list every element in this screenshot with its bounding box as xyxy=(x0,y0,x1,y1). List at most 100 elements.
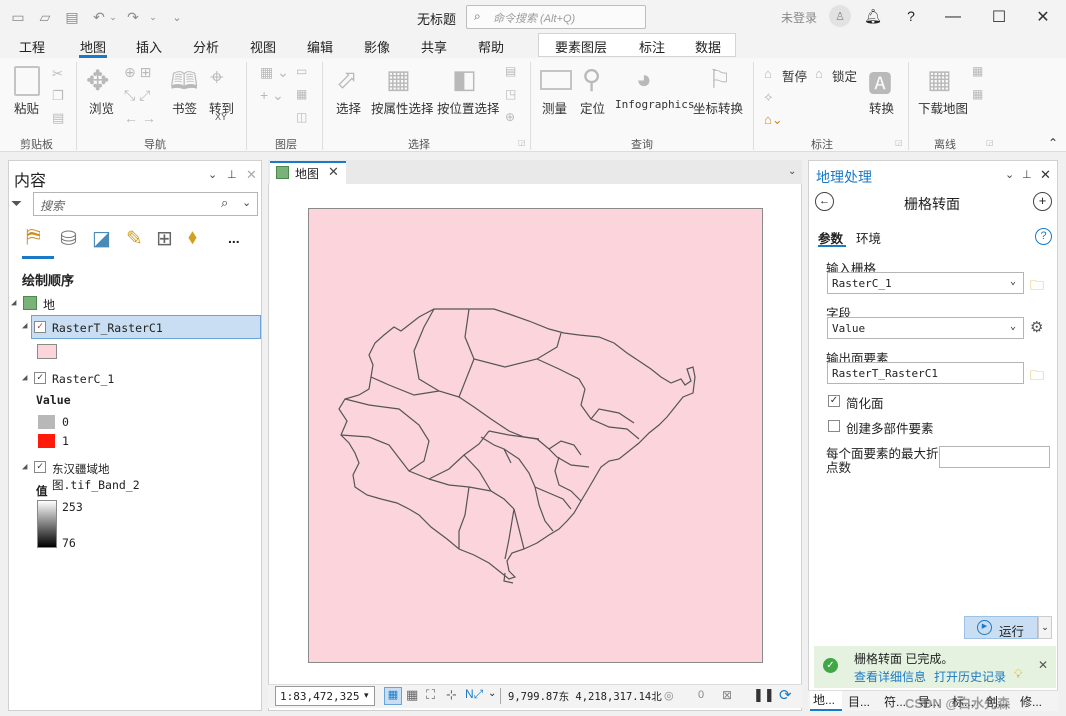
dialog-launcher-icon[interactable]: ◲ xyxy=(986,138,994,147)
snapping-icon[interactable]: ⊠ xyxy=(722,688,732,702)
tab-catalog[interactable]: 目... xyxy=(848,693,870,710)
infographics-button[interactable]: Infographics xyxy=(615,98,694,111)
previous-next-extent-icon[interactable]: ← → xyxy=(124,110,156,126)
expand-icon[interactable]: ◢ xyxy=(22,373,27,383)
snapping-view-icon[interactable]: ⊞ xyxy=(156,226,173,251)
tab-help[interactable]: 帮助 xyxy=(478,37,504,56)
output-features-input[interactable]: RasterT_RasterC1 xyxy=(827,362,1024,384)
browse-folder-icon[interactable]: 🗀︎ xyxy=(1030,275,1044,299)
dialog-launcher-icon[interactable]: ◲ xyxy=(518,138,526,147)
bookmarks-button[interactable]: 书签 xyxy=(172,98,197,117)
copy-icon[interactable]: ❐ xyxy=(52,88,64,104)
command-search-input[interactable]: ⌕ 命令搜索 (Alt+Q) xyxy=(466,5,646,29)
redo-icon[interactable]: ↷ xyxy=(124,8,142,26)
zoom-to-selection-icon[interactable]: ⊕ xyxy=(505,110,515,124)
clear-selection-icon[interactable]: ◳ xyxy=(505,87,516,101)
notification-bell-icon[interactable]: 🔔︎ xyxy=(864,7,882,25)
close-tab-icon[interactable]: ✕ xyxy=(328,164,339,180)
add-preset-icon[interactable]: ▭ xyxy=(296,64,307,78)
lock-labels-button[interactable]: 锁定 xyxy=(832,66,857,85)
tab-feature-layer[interactable]: 要素图层 xyxy=(555,37,607,56)
remove-offline-icon[interactable]: ▦ xyxy=(972,87,983,101)
layer-visibility-checkbox[interactable]: ✓ xyxy=(34,321,46,333)
label-options-icon[interactable]: ⌂⌄ xyxy=(764,112,783,128)
measure-button[interactable]: 测量 xyxy=(542,98,567,117)
pause-labels-button[interactable]: 暂停 xyxy=(782,66,807,85)
view-unplaced-icon[interactable]: ⟡ xyxy=(764,89,773,105)
view-details-link[interactable]: 查看详细信息 xyxy=(854,668,926,685)
map-grid-icon[interactable]: ▦ xyxy=(384,687,402,705)
select-by-location-button[interactable]: 按位置选择 xyxy=(437,98,500,117)
tab-labeling[interactable]: 标注 xyxy=(639,37,665,56)
selection-view-icon[interactable]: ◪ xyxy=(92,226,111,251)
tab-imagery[interactable]: 影像 xyxy=(364,37,390,56)
sign-in-link[interactable]: 未登录 xyxy=(781,9,817,26)
map-view-icon[interactable]: ⛶ xyxy=(426,687,435,703)
tab-share[interactable]: 共享 xyxy=(421,37,447,56)
select-button[interactable]: 选择 xyxy=(336,98,361,117)
cut-icon[interactable]: ✂ xyxy=(52,66,63,82)
map-canvas[interactable] xyxy=(308,208,763,663)
locate-button[interactable]: 定位 xyxy=(580,98,605,117)
tab-list-icon[interactable]: ⌄ xyxy=(788,166,796,177)
input-raster-dropdown[interactable]: RasterC_1 ⌄ xyxy=(827,272,1024,294)
add-xy-icon[interactable]: ▦ xyxy=(296,87,307,101)
north-arrow-icon[interactable]: N⤢ xyxy=(465,687,483,702)
scale-dropdown[interactable]: 1:83,472,325 ▾ xyxy=(275,686,375,706)
filter-icon[interactable]: ⏷ xyxy=(11,195,22,212)
simplify-checkbox[interactable]: ✓ xyxy=(828,395,840,407)
close-pane-icon[interactable]: ✕ xyxy=(1040,167,1051,183)
full-extent-icon[interactable]: ⊕ ⊞ xyxy=(124,64,151,81)
add-data-icon[interactable]: + ⌄ xyxy=(260,87,284,104)
tab-modify[interactable]: 修... xyxy=(1020,693,1042,710)
max-vertices-input[interactable] xyxy=(939,446,1050,468)
add-graphics-icon[interactable]: ◫ xyxy=(296,110,307,124)
more-views-button[interactable]: ... xyxy=(228,230,240,246)
refresh-icon[interactable]: ⟳ xyxy=(779,686,792,704)
new-project-icon[interactable]: ▭ xyxy=(9,8,27,26)
tab-geoprocessing[interactable]: 地... xyxy=(810,691,842,711)
contents-search-input[interactable]: 搜索 ⌕ ⌄ xyxy=(33,192,258,216)
close-button[interactable]: ✕ xyxy=(1020,0,1066,34)
collapse-ribbon-icon[interactable]: ⌃ xyxy=(1048,136,1058,150)
stretch-ramp[interactable] xyxy=(37,500,57,548)
expand-icon[interactable]: ◢ xyxy=(11,298,16,308)
fixed-zoom-icon[interactable]: ⤡ ⤢ xyxy=(124,87,150,104)
tab-analysis[interactable]: 分析 xyxy=(193,37,219,56)
select-by-attributes-button[interactable]: 按属性选择 xyxy=(371,98,434,117)
download-map-button[interactable]: 下载地图 xyxy=(918,98,968,117)
tab-map[interactable]: 地图 xyxy=(80,37,106,56)
avatar[interactable]: ♙ xyxy=(829,5,851,27)
save-project-icon[interactable]: ▤ xyxy=(63,8,81,26)
dropdown-arrow-icon[interactable]: ⌄ xyxy=(488,688,496,699)
tab-view[interactable]: 视图 xyxy=(250,37,276,56)
tab-project[interactable]: 工程 xyxy=(19,37,45,56)
legend-swatch-0[interactable] xyxy=(38,415,55,429)
help-icon[interactable]: ? xyxy=(902,7,920,25)
redo-dropdown-icon[interactable]: ⌄ xyxy=(144,8,162,26)
editing-view-icon[interactable]: ✎ xyxy=(126,226,143,251)
open-history-link[interactable]: 打开历史记录 xyxy=(934,668,1006,685)
undo-dropdown-icon[interactable]: ⌄ xyxy=(104,8,122,26)
tab-edit[interactable]: 编辑 xyxy=(307,37,333,56)
search-dropdown-icon[interactable]: ⌄ xyxy=(242,196,251,209)
maximize-button[interactable]: ☐ xyxy=(976,0,1022,34)
back-icon[interactable]: ← xyxy=(815,192,834,211)
data-source-icon[interactable]: ⛁ xyxy=(60,226,77,251)
tool-help-icon[interactable]: ? xyxy=(1035,228,1052,245)
basemap-icon[interactable]: ▦ ⌄ xyxy=(260,64,289,81)
dismiss-message-icon[interactable]: ✕ xyxy=(1038,658,1048,672)
pane-options-icon[interactable]: ⌄ xyxy=(1005,168,1014,181)
run-button[interactable]: ▶ 运行 xyxy=(964,616,1038,639)
dialog-launcher-icon[interactable]: ◲ xyxy=(895,138,903,147)
tab-environments[interactable]: 环境 xyxy=(856,228,881,247)
labeling-view-icon[interactable]: ⬧ xyxy=(188,226,197,249)
pane-options-icon[interactable]: ⌄ xyxy=(208,168,217,181)
browse-folder-icon[interactable]: 🗀︎ xyxy=(1030,365,1044,389)
tab-data[interactable]: 数据 xyxy=(695,37,721,56)
selected-features-icon[interactable]: ◎ xyxy=(664,689,674,702)
add-tool-icon[interactable]: + xyxy=(1033,192,1052,211)
open-project-icon[interactable]: ▱ xyxy=(36,8,54,26)
tab-insert[interactable]: 插入 xyxy=(136,37,162,56)
layer-visibility-checkbox[interactable]: ✓ xyxy=(34,372,46,384)
